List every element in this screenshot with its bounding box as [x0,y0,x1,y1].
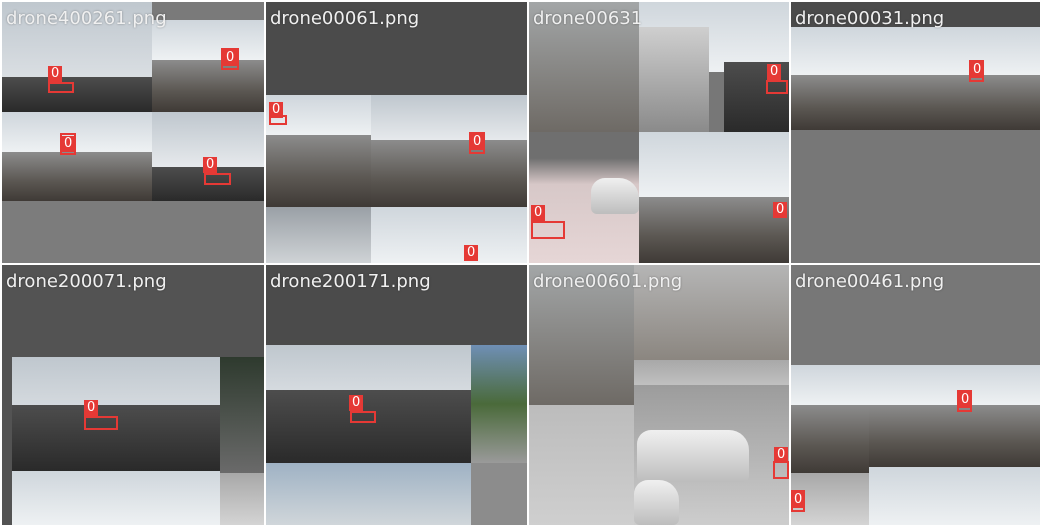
class-label: 0 [791,492,806,508]
image-patch [371,95,527,140]
image-patch [371,140,527,207]
mosaic-tile-6: 0 drone200171.png [266,265,527,525]
image-patch [266,390,471,463]
detection-box [204,173,231,185]
image-patch [2,201,264,263]
image-patch [529,405,634,525]
class-label: 0 [61,136,76,152]
image-patch [220,357,264,473]
image-filename: drone00631 [533,8,643,29]
image-filename: drone00601.png [533,271,683,292]
class-label: 0 [48,66,63,82]
mosaic-tile-4: 0 drone00031.png [791,2,1040,263]
image-filename: drone00031.png [795,8,945,29]
image-patch [371,207,527,263]
image-patch [12,405,220,471]
car-shape [591,178,639,214]
image-patch [639,197,789,263]
image-patch [791,75,1040,130]
image-patch [152,60,264,112]
detection-box [48,82,74,93]
class-label: 0 [970,62,985,78]
image-patch [791,365,1040,405]
mosaic-tile-5: 0 drone200071.png [2,265,264,525]
image-patch [471,345,527,463]
car-shape [637,430,749,482]
image-patch [152,20,264,60]
class-label: 0 [774,447,789,463]
class-label: 0 [773,202,788,218]
image-patch [639,27,709,132]
image-patch [220,473,264,525]
mosaic-tile-7: 0 drone00601.png [529,265,789,525]
detection-box [766,80,788,94]
image-patch [869,467,1040,525]
detection-box [84,416,118,430]
car-shape [634,480,679,525]
image-patch [471,463,527,525]
image-filename: drone00061.png [270,8,420,29]
class-label: 0 [464,245,479,261]
image-patch [791,405,869,473]
image-patch [639,132,789,197]
detection-box [350,411,376,423]
image-patch [2,77,152,112]
image-patch [266,463,471,525]
image-patch [266,207,371,263]
class-label: 0 [84,400,99,416]
class-label: 0 [767,64,782,80]
class-label: 0 [958,392,973,408]
image-patch [791,27,1040,75]
mosaic-tile-8: 0 0 drone00461.png [791,265,1040,525]
mosaic-tile-2: 0 0 0 drone00061.png [266,2,527,263]
detection-box [773,461,789,479]
class-label: 0 [223,50,238,66]
image-filename: drone00461.png [795,271,945,292]
class-label: 0 [349,395,364,411]
image-filename: drone200071.png [6,271,167,292]
detection-box [531,221,565,239]
mosaic-tile-3: 0 0 0 0 drone00631 [529,2,789,263]
image-filename: drone400261.png [6,8,167,29]
image-patch [2,112,152,152]
image-patch [12,471,220,525]
class-label: 0 [203,157,218,173]
mosaic-tile-1: 0 0 0 0 drone400261.png [2,2,264,263]
class-label: 0 [531,205,546,221]
image-patch [266,135,371,207]
class-label: 0 [269,102,284,118]
image-patch [2,152,152,201]
mosaic-grid: 0 0 0 0 drone400261.png 0 0 0 drone00061… [0,0,1040,525]
image-patch [869,405,1040,467]
class-label: 0 [470,134,485,150]
image-filename: drone200171.png [270,271,431,292]
